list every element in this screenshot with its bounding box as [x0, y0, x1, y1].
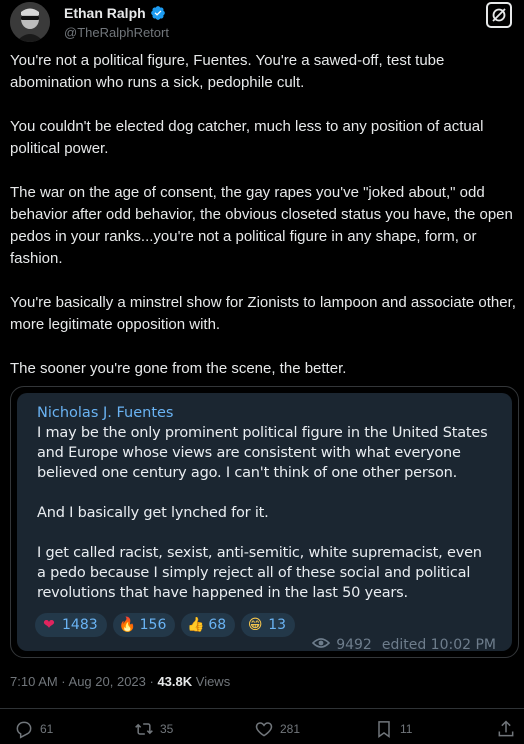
post-time[interactable]: 7:10 AM · Aug 20, 2023 · [10, 674, 157, 689]
reply-icon [16, 721, 32, 739]
reply-button[interactable]: 61 [14, 719, 53, 739]
quote-meta: 9492 edited 10:02 PM [312, 637, 496, 653]
views-label: Views [192, 674, 231, 689]
tweet-paragraph: You couldn't be elected dog catcher, muc… [10, 118, 484, 157]
reaction-count: 1483 [62, 617, 98, 633]
tweet-text: You're not a political figure, Fuentes. … [10, 50, 520, 402]
tweet-paragraph: The war on the age of consent, the gay r… [10, 184, 513, 267]
share-icon [498, 720, 514, 737]
bookmark-button[interactable]: 11 [374, 719, 412, 739]
reply-count: 61 [40, 722, 54, 736]
repost-icon [135, 723, 153, 735]
tweet-timestamp: 7:10 AM · Aug 20, 2023 · 43.8K Views [10, 674, 230, 689]
reaction-heart: ❤ 1483 [35, 613, 107, 637]
reaction-count: 156 [139, 617, 167, 633]
grin-icon: 😁 [247, 617, 263, 633]
tweet-paragraph: The sooner you're gone from the scene, t… [10, 360, 347, 377]
reaction-count: 13 [268, 617, 287, 633]
like-count: 281 [280, 722, 301, 736]
quote-paragraph: And I basically get lynched for it. [37, 505, 269, 521]
quote-views: 9492 [336, 637, 372, 653]
quote-edited: edited 10:02 PM [381, 637, 496, 653]
heart-icon: ❤ [43, 617, 55, 633]
repost-count: 35 [160, 722, 174, 736]
tweet-paragraph: You're not a political figure, Fuentes. … [10, 52, 445, 91]
heart-outline-icon [255, 722, 273, 737]
telegram-post-card: Nicholas J. Fuentes I may be the only pr… [17, 393, 512, 653]
fire-icon: 🔥 [118, 617, 137, 633]
thumbs-up-icon: 👍 [187, 617, 205, 633]
reactions-row: ❤ 1483 🔥 156 👍 68 😁 13 [35, 613, 296, 637]
reaction-fire: 🔥 156 [112, 613, 176, 637]
quote-author: Nicholas J. Fuentes [37, 405, 174, 421]
like-button[interactable]: 281 [254, 719, 300, 739]
bookmark-icon [378, 721, 390, 738]
reaction-grin: 😁 13 [241, 613, 296, 637]
share-button[interactable] [496, 719, 516, 739]
quote-text: I may be the only prominent political fi… [37, 423, 492, 603]
quote-paragraph: I may be the only prominent political fi… [37, 425, 488, 481]
repost-button[interactable]: 35 [134, 719, 173, 739]
attached-image[interactable]: Nicholas J. Fuentes I may be the only pr… [10, 386, 519, 658]
avatar[interactable] [10, 2, 50, 42]
author-block: Ethan Ralph @TheRalphRetort [64, 4, 169, 40]
author-handle[interactable]: @TheRalphRetort [64, 25, 169, 40]
verified-badge-icon[interactable] [150, 5, 166, 21]
reaction-thumbs-up: 👍 68 [181, 613, 236, 637]
action-bar: 61 35 281 11 [0, 708, 524, 744]
tweet-paragraph: You're basically a minstrel show for Zio… [10, 294, 516, 333]
author-name[interactable]: Ethan Ralph [64, 5, 146, 21]
eye-icon [312, 637, 331, 653]
bookmark-count: 11 [400, 722, 413, 736]
grok-icon[interactable] [486, 2, 512, 28]
views-count: 43.8K [157, 674, 193, 689]
reaction-count: 68 [208, 617, 227, 633]
tweet-header: Ethan Ralph @TheRalphRetort [10, 2, 524, 42]
quote-paragraph: I get called racist, sexist, anti-semiti… [37, 545, 482, 601]
